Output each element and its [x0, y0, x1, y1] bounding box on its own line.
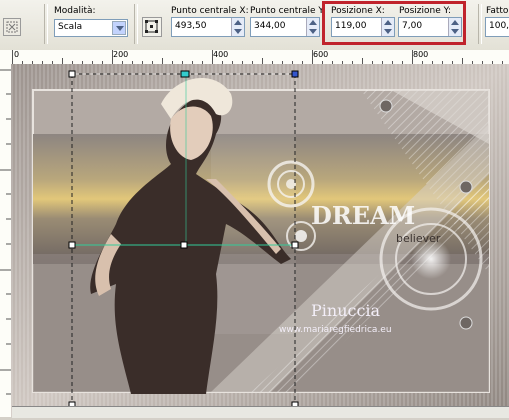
tool-options-toolbar: Modalità: Scala Punto centrale X: 493,50… — [0, 0, 509, 51]
center-pick-icon — [145, 20, 158, 33]
ruler-tick — [112, 50, 113, 64]
ruler-tick — [312, 50, 313, 64]
deform-tool-icon[interactable] — [3, 18, 21, 36]
ruler-number: 400 — [213, 50, 229, 59]
toolbar-separator — [478, 4, 482, 44]
ruler-tick — [12, 50, 13, 64]
center-y-value: 344,00 — [254, 21, 286, 31]
factor-label: Fattor — [486, 6, 509, 16]
spin-arrows-icon[interactable] — [306, 18, 319, 36]
ruler-number: 800 — [413, 50, 429, 59]
position-highlight-box — [322, 1, 466, 45]
ruler-tick — [212, 50, 213, 64]
center-x-label: Punto centrale X: — [171, 6, 249, 16]
toolbar-separator — [134, 4, 138, 44]
toolbar-separator — [44, 4, 48, 44]
ruler-number: 600 — [313, 50, 329, 59]
center-y-label: Punto centrale Y: — [250, 6, 326, 16]
center-x-input[interactable]: 493,50 — [171, 17, 245, 37]
dropdown-arrow-icon[interactable] — [112, 21, 126, 35]
center-x-value: 493,50 — [175, 21, 207, 31]
ruler-number: 200 — [113, 50, 129, 59]
horizontal-ruler: 0 200 400 600 800 — [0, 50, 509, 65]
center-pick-button[interactable] — [142, 17, 162, 37]
factor-value: 100,0 — [489, 21, 509, 31]
spin-arrows-icon[interactable] — [231, 18, 244, 36]
image-canvas[interactable]: DREAM believer Pinuccia www.mariaregfied… — [11, 64, 509, 417]
mode-label: Modalità: — [54, 6, 96, 16]
mode-select[interactable]: Scala — [54, 19, 128, 37]
ruler-tick — [412, 50, 413, 64]
center-y-input[interactable]: 344,00 — [250, 17, 320, 37]
horizontal-scrollbar[interactable] — [12, 406, 509, 418]
deform-selection-box[interactable] — [11, 64, 509, 417]
mode-value: Scala — [58, 22, 83, 32]
ruler-number: 0 — [14, 50, 20, 59]
factor-input[interactable]: 100,0 — [485, 17, 509, 37]
